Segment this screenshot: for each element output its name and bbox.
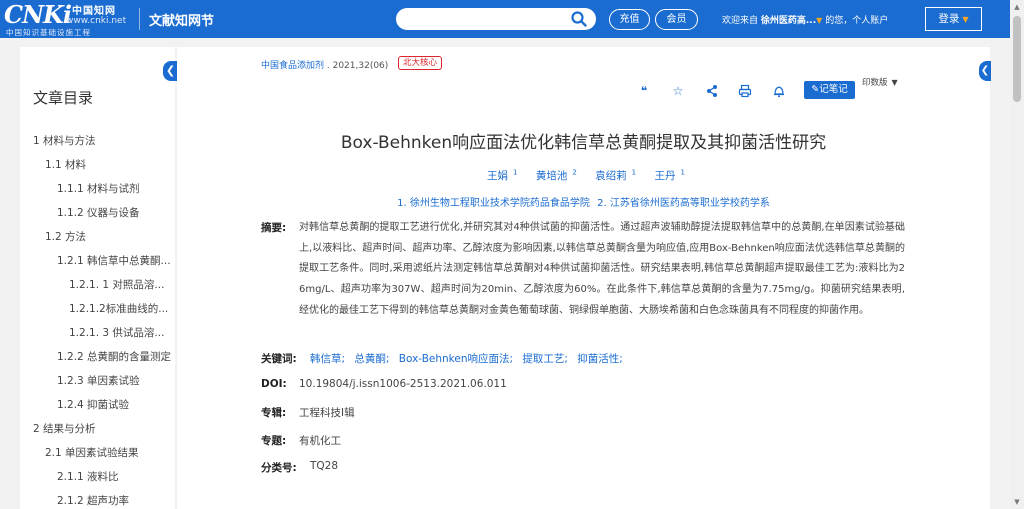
login-label: 登录 (938, 13, 960, 25)
keyword-link[interactable]: 提取工艺; (522, 353, 568, 365)
welcome-prefix: 欢迎来自 (722, 16, 759, 26)
keywords-label: 关键词: (261, 353, 297, 365)
print-version-dropdown[interactable]: 印数版 ▼ (862, 76, 898, 88)
scroll-thumb[interactable] (1013, 16, 1021, 102)
member-button[interactable]: 会员 (655, 9, 698, 30)
issue-info: . 2021,32(06) (324, 61, 389, 71)
toc-item[interactable]: 2 结果与分析 (33, 421, 96, 436)
section-name: 文献知网节 (149, 14, 215, 29)
toc-item[interactable]: 1.2.1 韩信草中总黄酮... (57, 253, 171, 268)
article-title: Box-Behnken响应面法优化韩信草总黄酮提取及其抑菌活性研究 (340, 133, 827, 153)
toc-item[interactable]: 1.2.1. 1 对照品溶... (69, 277, 164, 292)
toc-title: 文章目录 (33, 89, 94, 107)
toc-item[interactable]: 2.1.1 液料比 (57, 469, 119, 484)
login-button[interactable]: 登录 ▼ (925, 7, 982, 31)
toc-item[interactable]: 1.2 方法 (45, 229, 86, 244)
institution-name[interactable]: 徐州医药高... (761, 16, 816, 26)
keyword-link[interactable]: 抑菌活性; (577, 353, 623, 365)
logo-cn-name: 中国知网 (72, 6, 116, 17)
recharge-button[interactable]: 充值 (609, 9, 650, 30)
cnki-logo[interactable]: CNKi 中国知网 www.cnki.net 中国知识基础设施工程 (4, 0, 132, 37)
print-version-label: 印数版 (862, 78, 888, 88)
toc-sidebar: 文章目录 1 材料与方法 1.1 材料 1.1.1 材料与试剂 1.1.2 仪器… (20, 47, 175, 509)
author-link[interactable]: 王娟 1 (482, 169, 517, 183)
core-journal-badge: 北大核心 (398, 56, 443, 70)
author-link[interactable]: 袁绍莉 1 (590, 169, 636, 183)
search-icon[interactable] (570, 10, 588, 28)
welcome-text: 欢迎来自 徐州医药高...▼ 的您，个人账户 (722, 13, 888, 26)
abstract-label: 摘要: (261, 222, 287, 234)
search-input[interactable] (396, 8, 596, 30)
scroll-up-icon[interactable]: ▲ (1010, 0, 1024, 14)
chevron-down-icon: ▼ (962, 15, 969, 24)
toc-item[interactable]: 1.2.3 单因素试验 (57, 373, 140, 388)
page-scrollbar[interactable]: ▲ ▼ (1010, 0, 1024, 509)
subject-value: 有机化工 (299, 435, 341, 447)
series-label: 专辑: (261, 407, 287, 419)
author-link[interactable]: 王丹 1 (649, 169, 684, 183)
logo-url: www.cnki.net (66, 16, 127, 26)
author-list: 王娟 1 黄培池 2 袁绍莉 1 王丹 1 (177, 168, 990, 183)
class-value: TQ28 (310, 460, 339, 472)
toc-item[interactable]: 1.2.2 总黄酮的含量测定 (57, 349, 171, 364)
collapse-left-icon[interactable]: ❮ (163, 61, 178, 81)
take-note-button[interactable]: ✎记笔记 (804, 81, 855, 99)
toc-item[interactable]: 1.2.1. 3 供试品溶... (69, 325, 164, 340)
scroll-down-icon[interactable]: ▼ (1010, 495, 1024, 509)
print-icon[interactable] (738, 84, 752, 98)
toc-item[interactable]: 1.1.2 仪器与设备 (57, 205, 140, 220)
welcome-suffix: 的您，个人账户 (825, 16, 889, 26)
series-value: 工程科技Ⅰ辑 (299, 407, 355, 419)
doi-label: DOI: (261, 378, 287, 390)
collapse-right-icon[interactable]: ❮ (979, 61, 991, 81)
toc-item[interactable]: 2.1.2 超声功率 (57, 493, 129, 508)
bell-icon[interactable] (772, 84, 786, 98)
share-icon[interactable] (705, 84, 719, 98)
chevron-down-icon[interactable]: ▼ (816, 16, 822, 25)
caret-down-icon: ▼ (891, 78, 898, 87)
header-divider (139, 8, 140, 30)
abstract-text: 对韩信草总黄酮的提取工艺进行优化,并研究其对4种供试菌的抑菌活性。通过超声波辅助… (299, 222, 905, 316)
subject-label: 专题: (261, 435, 287, 447)
logo-subtitle: 中国知识基础设施工程 (6, 28, 91, 37)
keyword-list: 韩信草; 总黄酮; Box-Behnken响应面法; 提取工艺; 抑菌活性; (310, 351, 629, 366)
toc-item[interactable]: 1 材料与方法 (33, 133, 96, 148)
class-label: 分类号: (261, 462, 297, 474)
journal-link[interactable]: 中国食品添加剂 (261, 61, 324, 71)
keyword-link[interactable]: 韩信草; (310, 353, 345, 365)
toc-item[interactable]: 1.1 材料 (45, 157, 86, 172)
keyword-link[interactable]: 总黄酮; (354, 353, 389, 365)
author-link[interactable]: 黄培池 2 (531, 169, 577, 183)
toc-item[interactable]: 1.1.1 材料与试剂 (57, 181, 140, 196)
top-header: CNKi 中国知网 www.cnki.net 中国知识基础设施工程 文献知网节 … (0, 0, 1010, 38)
keyword-link[interactable]: Box-Behnken响应面法; (399, 353, 513, 365)
affiliation-list: 1. 徐州生物工程职业技术学院药品食品学院 2. 江苏省徐州医药高等职业学校药学… (177, 194, 990, 209)
doi-value: 10.19804/j.issn1006-2513.2021.06.011 (299, 378, 507, 390)
toc-item[interactable]: 2.1 单因素试验结果 (45, 445, 139, 460)
toc-item[interactable]: 1.2.4 抑菌试验 (57, 397, 129, 412)
article-source: 中国食品添加剂 . 2021,32(06) (261, 58, 388, 71)
star-icon[interactable]: ☆ (671, 84, 685, 98)
affiliation-link[interactable]: 1. 徐州生物工程职业技术学院药品食品学院 (397, 198, 590, 209)
logo-text: CNKi (4, 0, 72, 29)
toc-item[interactable]: 1.2.1.2标准曲线的... (69, 301, 168, 316)
take-note-label: 记笔记 (819, 84, 848, 95)
affiliation-link[interactable]: 2. 江苏省徐州医药高等职业学校药学系 (597, 198, 770, 209)
quote-icon[interactable]: ❝ (637, 84, 651, 98)
